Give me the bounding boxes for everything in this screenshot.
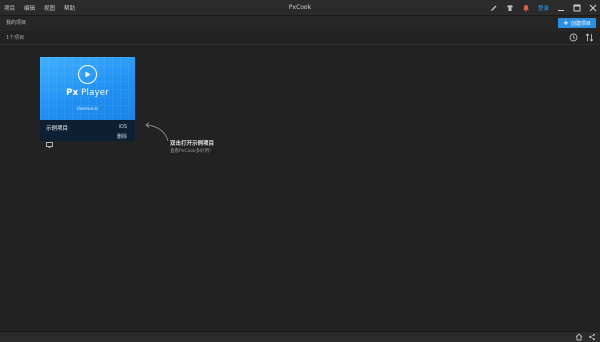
monitor-icon <box>46 133 53 148</box>
project-card[interactable]: Px Player Usemonic 示例项目 iOS 删除 <box>40 57 135 148</box>
close-icon[interactable] <box>588 4 597 13</box>
minimize-icon[interactable] <box>556 4 565 13</box>
page-header: 我的项目 + 创建项目 <box>0 16 600 31</box>
status-bar <box>0 331 600 342</box>
project-thumbnail[interactable]: Px Player Usemonic <box>40 57 135 120</box>
project-name: 示例项目 <box>46 126 69 132</box>
clock-icon[interactable] <box>569 33 578 42</box>
hint-title: 双击打开示例项目 <box>170 141 215 147</box>
menu-bar: 项目 编辑 视图 帮助 <box>4 0 75 16</box>
sort-icon[interactable] <box>585 33 594 42</box>
page-title: 我的项目 <box>6 20 27 26</box>
curved-arrow-icon <box>142 121 172 143</box>
thumbnail-subtitle: Usemonic <box>76 107 99 112</box>
hint-subtitle: 查看PxCook多好用! <box>170 149 211 154</box>
menu-item-project[interactable]: 项目 <box>4 4 15 12</box>
toolbar-icons <box>569 33 594 42</box>
project-toolbar: 1个项目 <box>0 31 600 45</box>
title-bar-actions: 登录 <box>490 0 597 16</box>
home-icon[interactable] <box>575 333 583 341</box>
login-link[interactable]: 登录 <box>538 4 549 12</box>
delete-project-button[interactable]: 删除 <box>117 133 127 140</box>
maximize-icon[interactable] <box>572 4 581 13</box>
menu-item-edit[interactable]: 编辑 <box>24 4 35 12</box>
shirt-icon[interactable] <box>506 4 515 13</box>
thumbnail-title-bold: Px <box>66 88 79 98</box>
thumbnail-title: Px Player <box>40 88 135 98</box>
share-icon[interactable] <box>588 333 596 341</box>
play-icon <box>78 65 97 84</box>
menu-item-help[interactable]: 帮助 <box>64 4 75 12</box>
project-platform: iOS <box>118 124 128 130</box>
thumbnail-title-rest: Player <box>78 88 109 98</box>
new-project-button[interactable]: + 创建项目 <box>558 18 596 28</box>
menu-item-view[interactable]: 视图 <box>44 4 55 12</box>
project-info: 示例项目 iOS 删除 <box>40 120 135 148</box>
status-bar-icons <box>575 333 596 341</box>
title-bar: 项目 编辑 视图 帮助 PxCook 登录 <box>0 0 600 16</box>
pen-icon[interactable] <box>490 4 499 13</box>
bell-icon[interactable] <box>522 4 531 13</box>
project-count: 1个项目 <box>6 35 25 41</box>
plus-icon: + <box>563 18 569 27</box>
new-project-label: 创建项目 <box>570 20 591 27</box>
